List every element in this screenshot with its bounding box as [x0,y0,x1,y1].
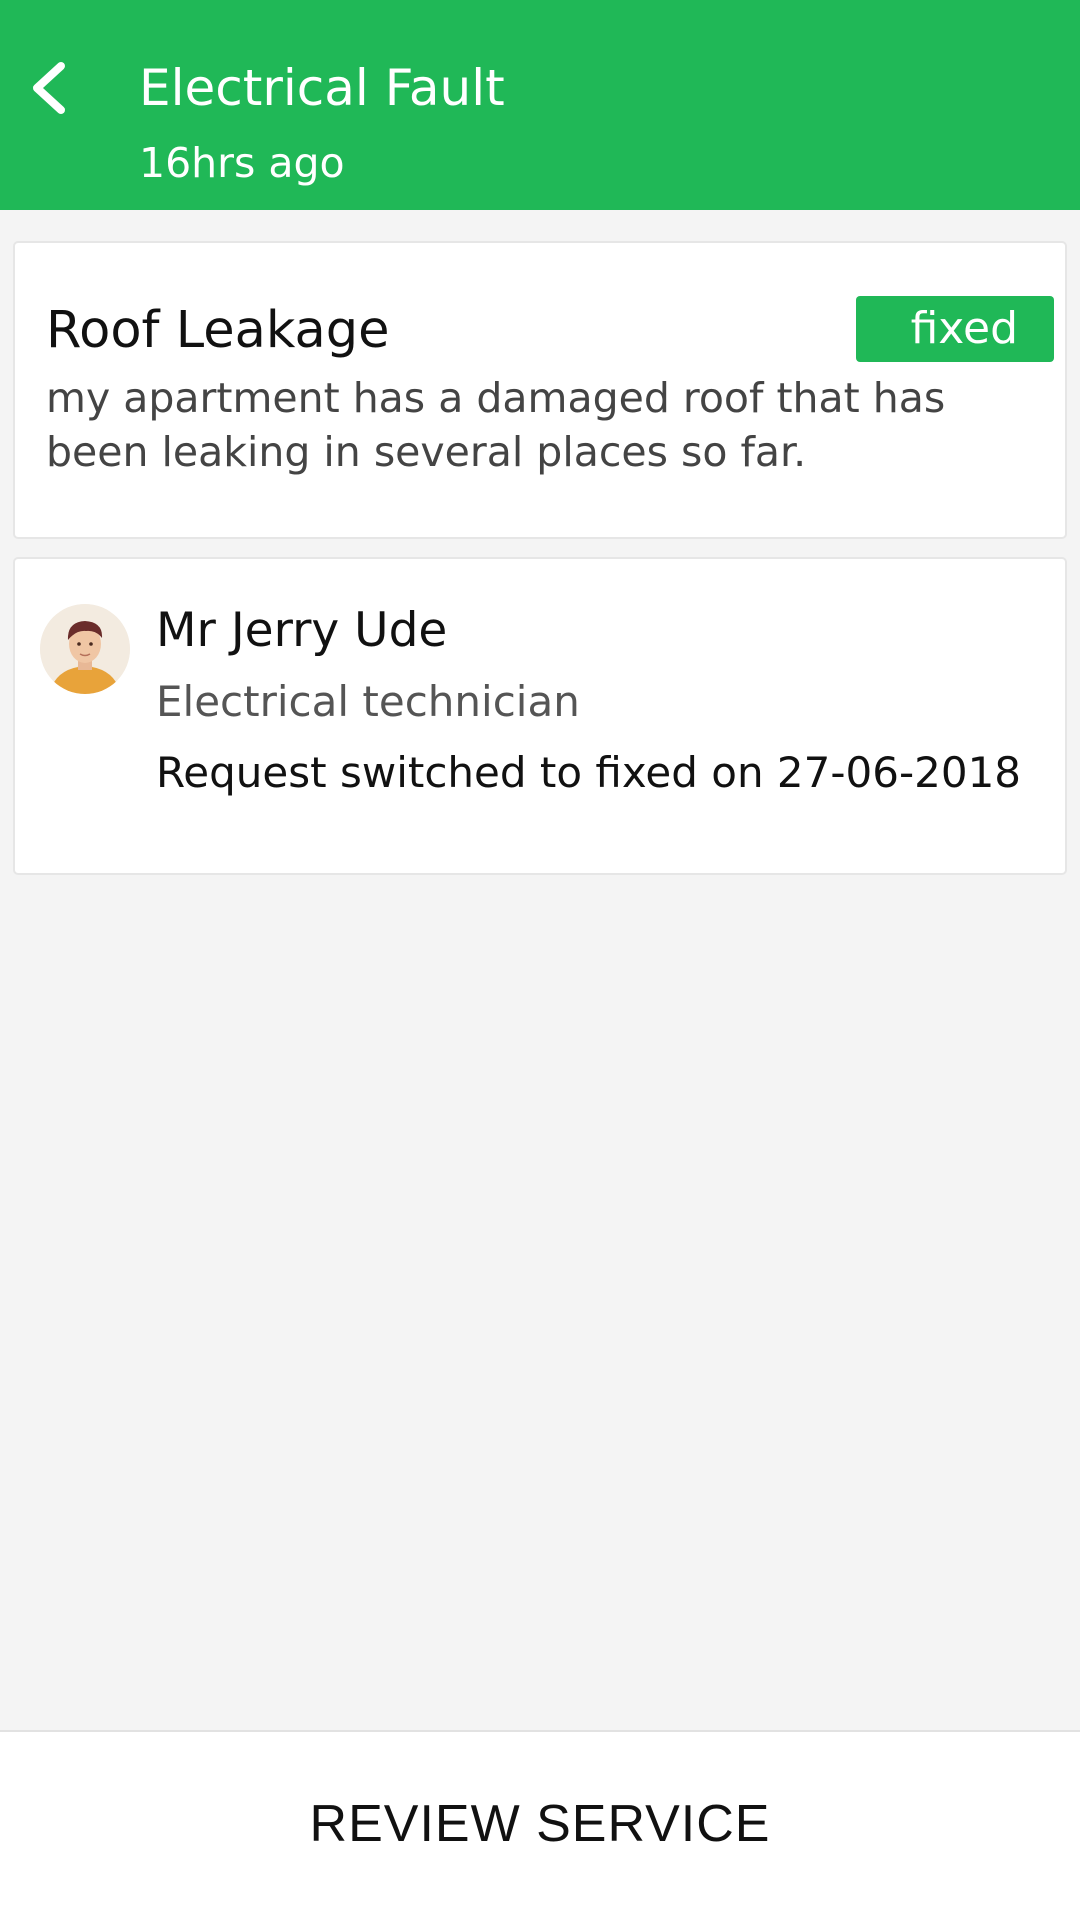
request-description: my apartment has a damaged roof that has… [46,374,946,476]
technician-card: Mr Jerry Ude Electrical technician Reque… [13,557,1067,875]
request-title: Roof Leakage [46,301,390,360]
bottom-action-bar: REVIEW SERVICE [0,1730,1080,1920]
app-screen: Electrical Fault 16hrs ago Roof Leakage … [0,0,1080,1920]
app-header: Electrical Fault 16hrs ago [0,0,1080,210]
request-status-history: Request switched to fixed on 27-06-2018 [156,748,1022,797]
back-button[interactable] [14,50,84,126]
request-card: Roof Leakage fixed my apartment has a da… [13,241,1067,539]
technician-name: Mr Jerry Ude [156,603,448,658]
male-avatar-icon [40,604,130,694]
chevron-left-icon [33,62,65,114]
technician-role: Electrical technician [156,677,580,726]
page-subtitle-time: 16hrs ago [139,139,345,187]
page-title: Electrical Fault [139,59,505,117]
status-badge: fixed [856,296,1054,362]
review-service-button[interactable]: REVIEW SERVICE [0,1732,1080,1920]
